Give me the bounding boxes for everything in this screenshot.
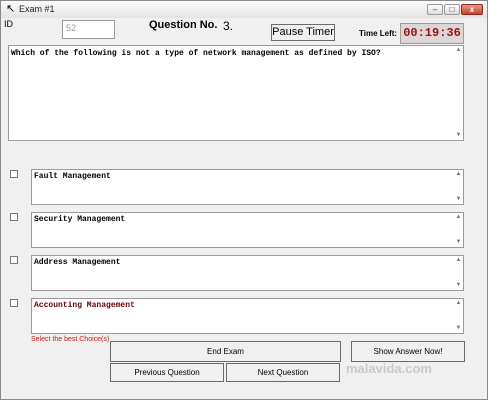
question-textbox[interactable]: Which of the following is not a type of … [8, 45, 464, 141]
scroll-down-icon[interactable]: ▼ [454, 238, 463, 247]
question-scrollbar[interactable]: ▲ ▼ [454, 46, 463, 140]
title-bar[interactable]: ↖ Exam #1 – □ x [1, 1, 487, 19]
scroll-down-icon[interactable]: ▼ [454, 195, 463, 204]
hint-text: Select the best Choice(s) [31, 336, 110, 343]
show-answer-button[interactable]: Show Answer Now! [351, 341, 465, 362]
exam-client-area: ID 52 Question No. 3. Pause Timer Time L… [1, 18, 487, 399]
choice-textbox-3[interactable]: Address Management ▲ ▼ [31, 255, 464, 291]
end-exam-button[interactable]: End Exam [110, 341, 341, 362]
choice-text: Fault Management [34, 172, 111, 181]
previous-question-button[interactable]: Previous Question [110, 363, 224, 382]
id-field[interactable]: 52 [62, 20, 115, 39]
question-number-value: 3. [223, 19, 234, 33]
choice-scrollbar[interactable]: ▲ ▼ [454, 256, 463, 290]
minimize-button[interactable]: – [427, 4, 443, 15]
time-left-display: 00:19:36 [400, 23, 464, 44]
choice-scrollbar[interactable]: ▲ ▼ [454, 213, 463, 247]
choice-textbox-1[interactable]: Fault Management ▲ ▼ [31, 169, 464, 205]
question-number-label: Question No. [149, 19, 218, 31]
scroll-down-icon[interactable]: ▼ [454, 281, 463, 290]
scroll-down-icon[interactable]: ▼ [454, 324, 463, 333]
scroll-up-icon[interactable]: ▲ [454, 256, 463, 265]
next-question-button[interactable]: Next Question [226, 363, 340, 382]
id-label: ID [4, 19, 13, 29]
choice-checkbox-3[interactable] [10, 256, 18, 264]
scroll-up-icon[interactable]: ▲ [454, 46, 463, 55]
choice-text: Address Management [34, 258, 121, 267]
scroll-up-icon[interactable]: ▲ [454, 299, 463, 308]
choice-text: Security Management [34, 215, 126, 224]
exam-window: ↖ Exam #1 – □ x ID 52 Question No. 3. Pa… [0, 0, 488, 400]
scroll-up-icon[interactable]: ▲ [454, 170, 463, 179]
maximize-button[interactable]: □ [444, 4, 460, 15]
choice-scrollbar[interactable]: ▲ ▼ [454, 299, 463, 333]
choice-scrollbar[interactable]: ▲ ▼ [454, 170, 463, 204]
time-left-label: Time Left: [359, 29, 398, 38]
scroll-down-icon[interactable]: ▼ [454, 131, 463, 140]
choice-checkbox-2[interactable] [10, 213, 18, 221]
window-title: Exam #1 [19, 4, 55, 14]
watermark: malavida.com [346, 361, 432, 376]
choice-textbox-4[interactable]: Accounting Management ▲ ▼ [31, 298, 464, 334]
pause-timer-button[interactable]: Pause Timer [271, 24, 335, 41]
close-button[interactable]: x [461, 4, 483, 15]
choice-textbox-2[interactable]: Security Management ▲ ▼ [31, 212, 464, 248]
choice-checkbox-4[interactable] [10, 299, 18, 307]
question-text: Which of the following is not a type of … [11, 49, 381, 58]
scroll-up-icon[interactable]: ▲ [454, 213, 463, 222]
choice-checkbox-1[interactable] [10, 170, 18, 178]
choice-text: Accounting Management [34, 301, 135, 310]
cursor-icon: ↖ [6, 3, 16, 15]
